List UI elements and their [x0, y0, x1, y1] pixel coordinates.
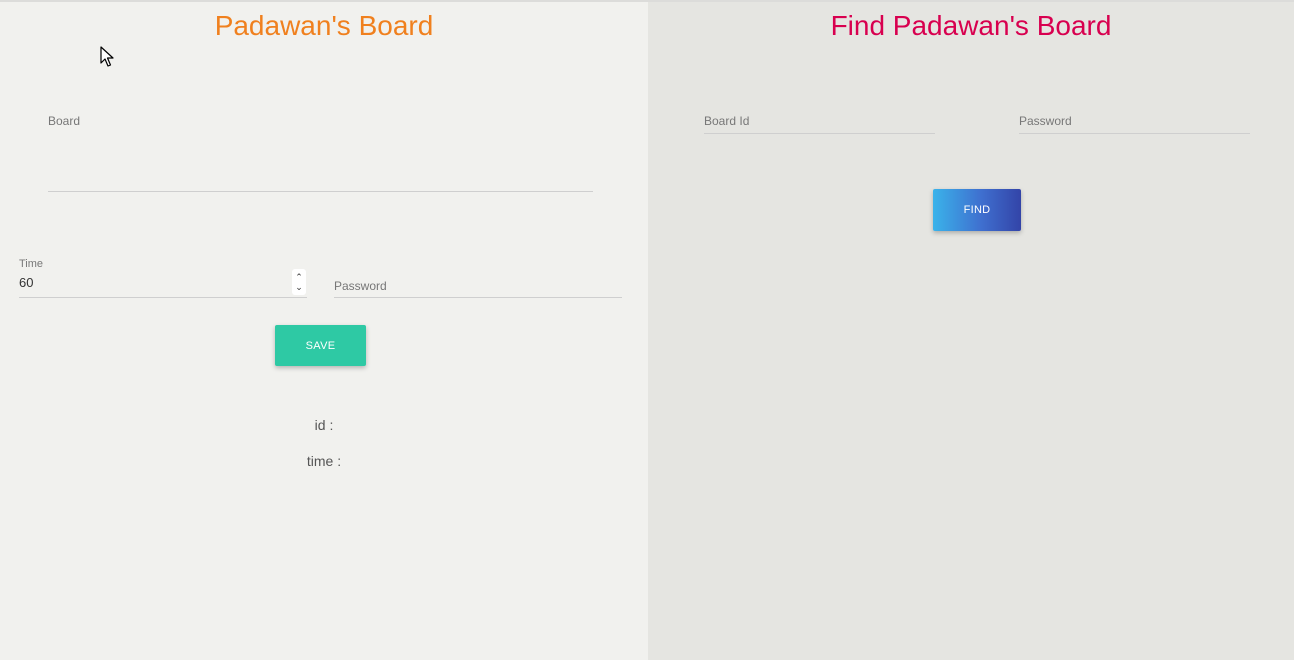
find-button[interactable]: FIND	[933, 189, 1021, 231]
time-label: Time	[19, 258, 44, 270]
password-placeholder: Password	[334, 279, 387, 293]
chevron-up-icon[interactable]: ⌃	[295, 272, 303, 282]
find-board-title: Find Padawan's Board	[830, 10, 1112, 41]
time-underline	[19, 297, 307, 298]
board-field[interactable]: Board	[48, 112, 593, 192]
time-stepper[interactable]: ⌃ ⌄	[292, 269, 306, 295]
time-value[interactable]: 60	[19, 275, 33, 290]
board-label: Board	[48, 114, 81, 128]
password-underline	[334, 297, 622, 298]
board-id-underline	[704, 133, 935, 134]
board-id-field[interactable]: Board Id	[704, 102, 935, 134]
find-password-field[interactable]: Password	[1019, 102, 1250, 134]
board-id-placeholder: Board Id	[704, 114, 750, 128]
time-field[interactable]: Time 60 ⌃ ⌄	[19, 258, 307, 298]
find-password-placeholder: Password	[1019, 114, 1072, 128]
mouse-pointer-icon	[100, 46, 114, 67]
create-board-panel: Padawan's Board Board Time 60 ⌃ ⌄ Passwo…	[0, 2, 648, 660]
time-info-label: time :	[306, 453, 342, 469]
find-board-panel: Find Padawan's Board Board Id Password F…	[648, 2, 1294, 660]
create-board-title: Padawan's Board	[214, 10, 434, 41]
chevron-down-icon[interactable]: ⌄	[295, 282, 303, 292]
board-underline	[48, 191, 593, 192]
id-label: id :	[314, 417, 334, 433]
find-password-underline	[1019, 133, 1250, 134]
save-button[interactable]: SAVE	[275, 325, 366, 366]
password-field[interactable]: Password	[334, 258, 622, 298]
